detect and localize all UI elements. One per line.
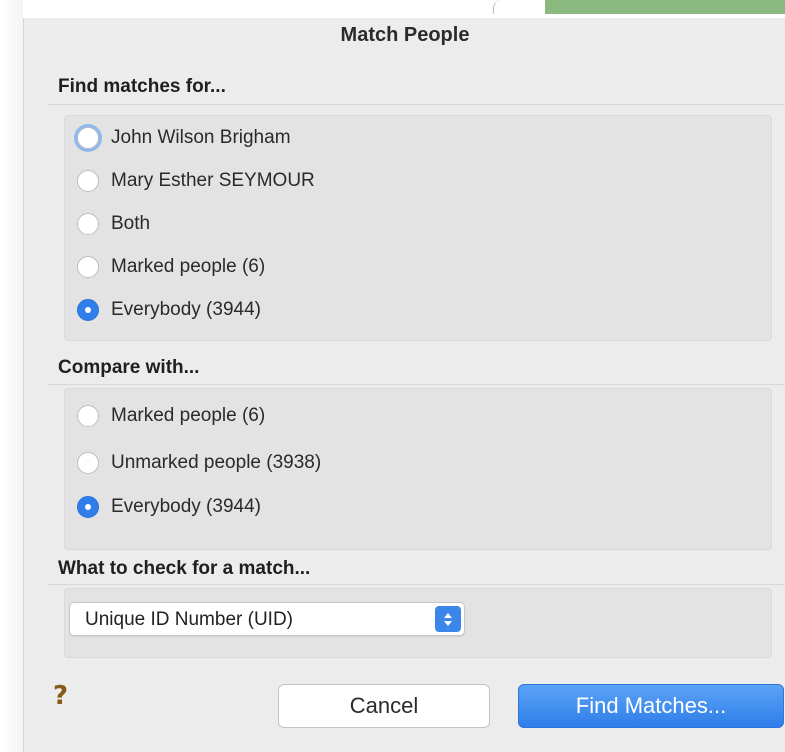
radio-button[interactable] — [77, 405, 99, 427]
radio-label: Mary Esther SEYMOUR — [111, 170, 315, 191]
radio-label: Marked people (6) — [111, 405, 266, 426]
background-window-edge — [0, 0, 23, 752]
radio-label: Everybody (3944) — [111, 299, 261, 320]
radio-label: John Wilson Brigham — [111, 127, 291, 148]
background-window-green-strip — [545, 0, 785, 14]
radio-find-both[interactable]: Both — [77, 209, 150, 239]
radio-button-selected[interactable] — [77, 299, 99, 321]
match-criteria-value: Unique ID Number (UID) — [85, 609, 293, 630]
radio-label: Unmarked people (3938) — [111, 452, 322, 473]
radio-button[interactable] — [77, 127, 99, 149]
radio-find-person-2[interactable]: Mary Esther SEYMOUR — [77, 166, 315, 196]
background-window-corner — [493, 0, 516, 14]
check-match-heading: What to check for a match... — [58, 558, 311, 579]
radio-label: Both — [111, 213, 151, 234]
radio-button[interactable] — [77, 452, 99, 474]
find-matches-button[interactable]: Find Matches... — [518, 684, 784, 728]
radio-label: Marked people (6) — [111, 256, 266, 277]
section-divider — [47, 384, 785, 385]
radio-label: Everybody (3944) — [111, 496, 261, 517]
radio-compare-marked[interactable]: Marked people (6) — [77, 401, 265, 431]
cancel-button[interactable]: Cancel — [278, 684, 490, 728]
section-divider — [47, 584, 785, 585]
match-criteria-select[interactable]: Unique ID Number (UID) — [69, 602, 465, 636]
radio-button-selected[interactable] — [77, 496, 99, 518]
radio-compare-unmarked[interactable]: Unmarked people (3938) — [77, 448, 321, 478]
chevron-up-icon — [444, 612, 452, 618]
radio-find-marked[interactable]: Marked people (6) — [77, 252, 265, 282]
radio-compare-everybody[interactable]: Everybody (3944) — [77, 492, 261, 522]
radio-find-everybody[interactable]: Everybody (3944) — [77, 295, 261, 325]
radio-button[interactable] — [77, 256, 99, 278]
chevron-down-icon — [444, 620, 452, 626]
dialog-title: Match People — [340, 24, 470, 46]
radio-button[interactable] — [77, 170, 99, 192]
select-stepper-icon[interactable] — [435, 606, 461, 632]
section-divider — [47, 104, 785, 105]
help-icon[interactable]: ? — [53, 681, 68, 711]
radio-button[interactable] — [77, 213, 99, 235]
find-matches-heading: Find matches for... — [58, 76, 226, 97]
radio-find-person-1[interactable]: John Wilson Brigham — [77, 123, 291, 153]
compare-with-heading: Compare with... — [58, 357, 200, 378]
match-people-dialog: Match People Find matches for... John Wi… — [23, 18, 785, 752]
